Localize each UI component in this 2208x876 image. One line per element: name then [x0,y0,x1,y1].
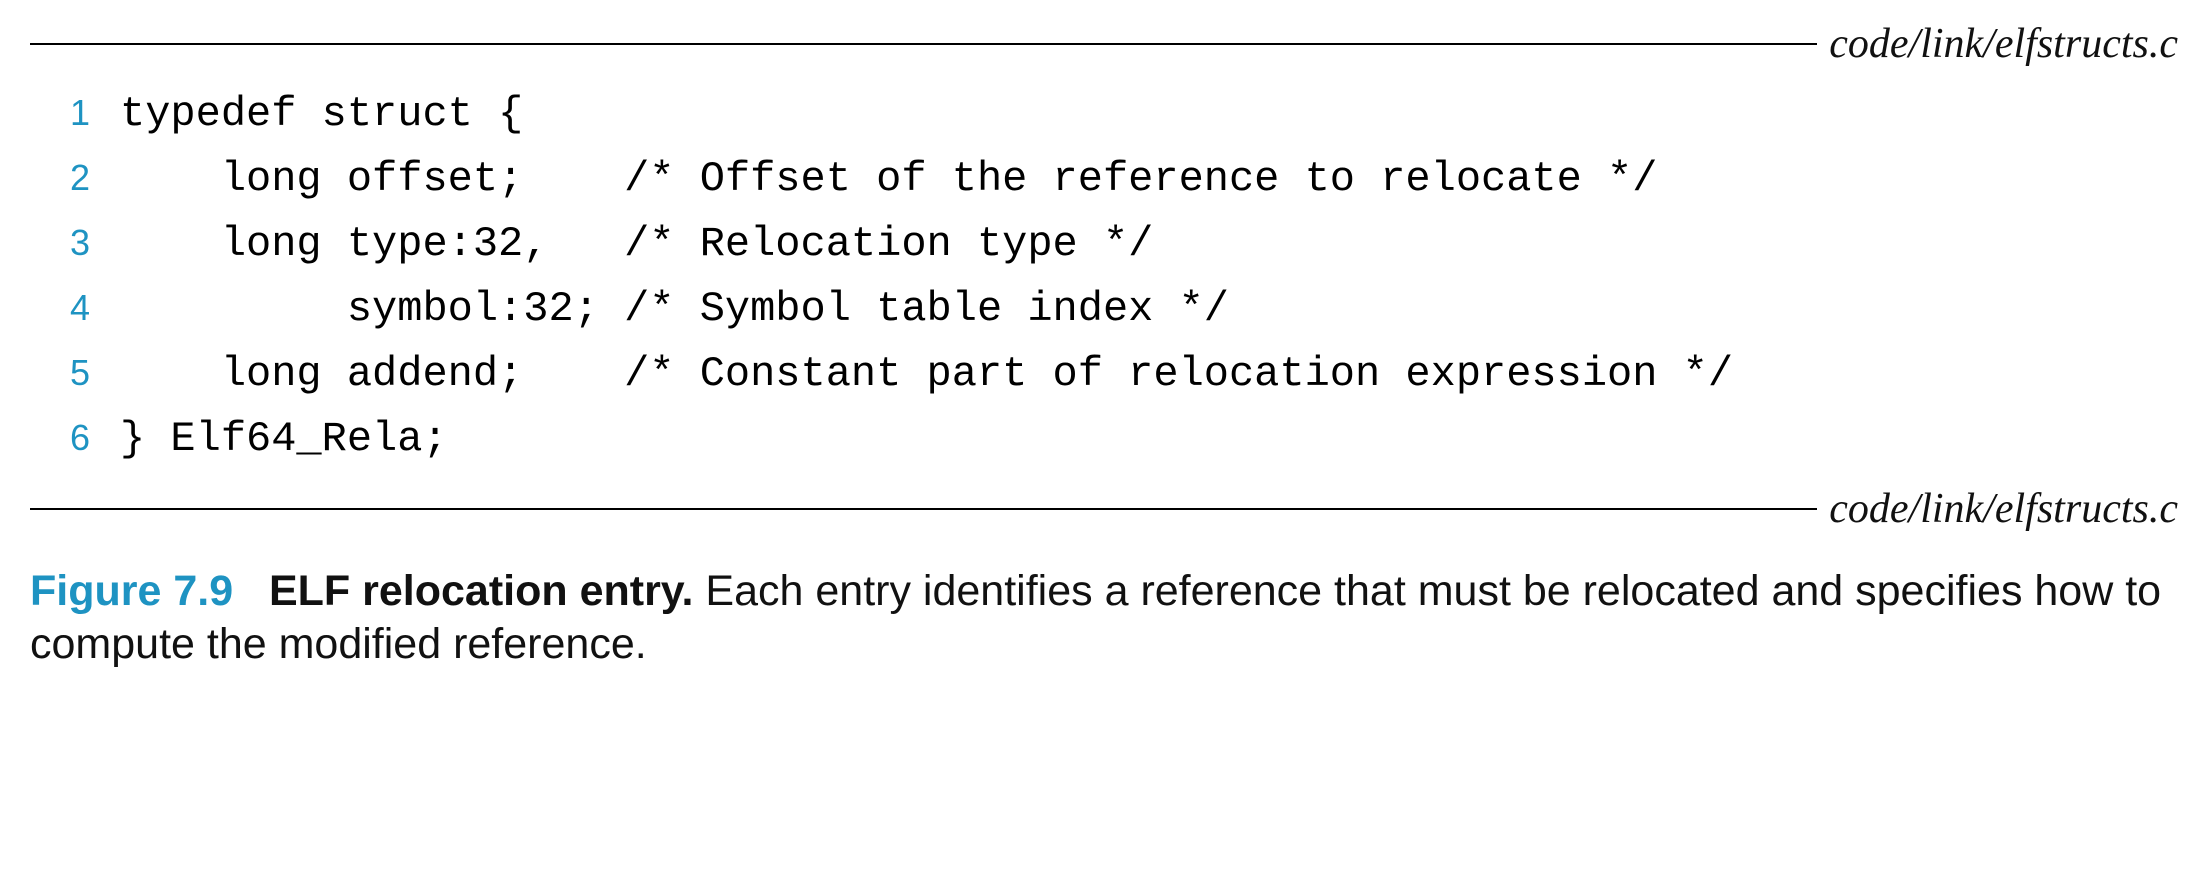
figure-title: ELF relocation entry. [269,567,694,615]
top-rule [30,43,1817,45]
bottom-rule-row: code/link/elfstructs.c [30,485,2178,533]
code-line: 2 long offset; /* Offset of the referenc… [30,147,2178,212]
code-line: 4 symbol:32; /* Symbol table index */ [30,277,2178,342]
code-text: long offset; /* Offset of the reference … [120,147,1657,212]
line-number: 6 [30,410,120,466]
line-number: 1 [30,85,120,141]
code-line: 5 long addend; /* Constant part of reloc… [30,342,2178,407]
code-text: long addend; /* Constant part of relocat… [120,342,1733,407]
figure-caption: Figure 7.9 ELF relocation entry. Each en… [30,565,2178,673]
code-line: 6 } Elf64_Rela; [30,407,2178,472]
code-text: symbol:32; /* Symbol table index */ [120,277,1229,342]
bottom-rule [30,508,1817,510]
line-number: 5 [30,345,120,401]
code-text: long type:32, /* Relocation type */ [120,212,1153,277]
line-number: 2 [30,150,120,206]
code-line: 1 typedef struct { [30,82,2178,147]
top-rule-row: code/link/elfstructs.c [30,20,2178,68]
file-path-bottom: code/link/elfstructs.c [1829,485,2178,533]
code-text: typedef struct { [120,82,523,147]
code-block: 1 typedef struct { 2 long offset; /* Off… [30,74,2178,481]
file-path-top: code/link/elfstructs.c [1829,20,2178,68]
code-line: 3 long type:32, /* Relocation type */ [30,212,2178,277]
line-number: 4 [30,280,120,336]
code-text: } Elf64_Rela; [120,407,448,472]
figure-label: Figure 7.9 [30,567,233,615]
line-number: 3 [30,215,120,271]
